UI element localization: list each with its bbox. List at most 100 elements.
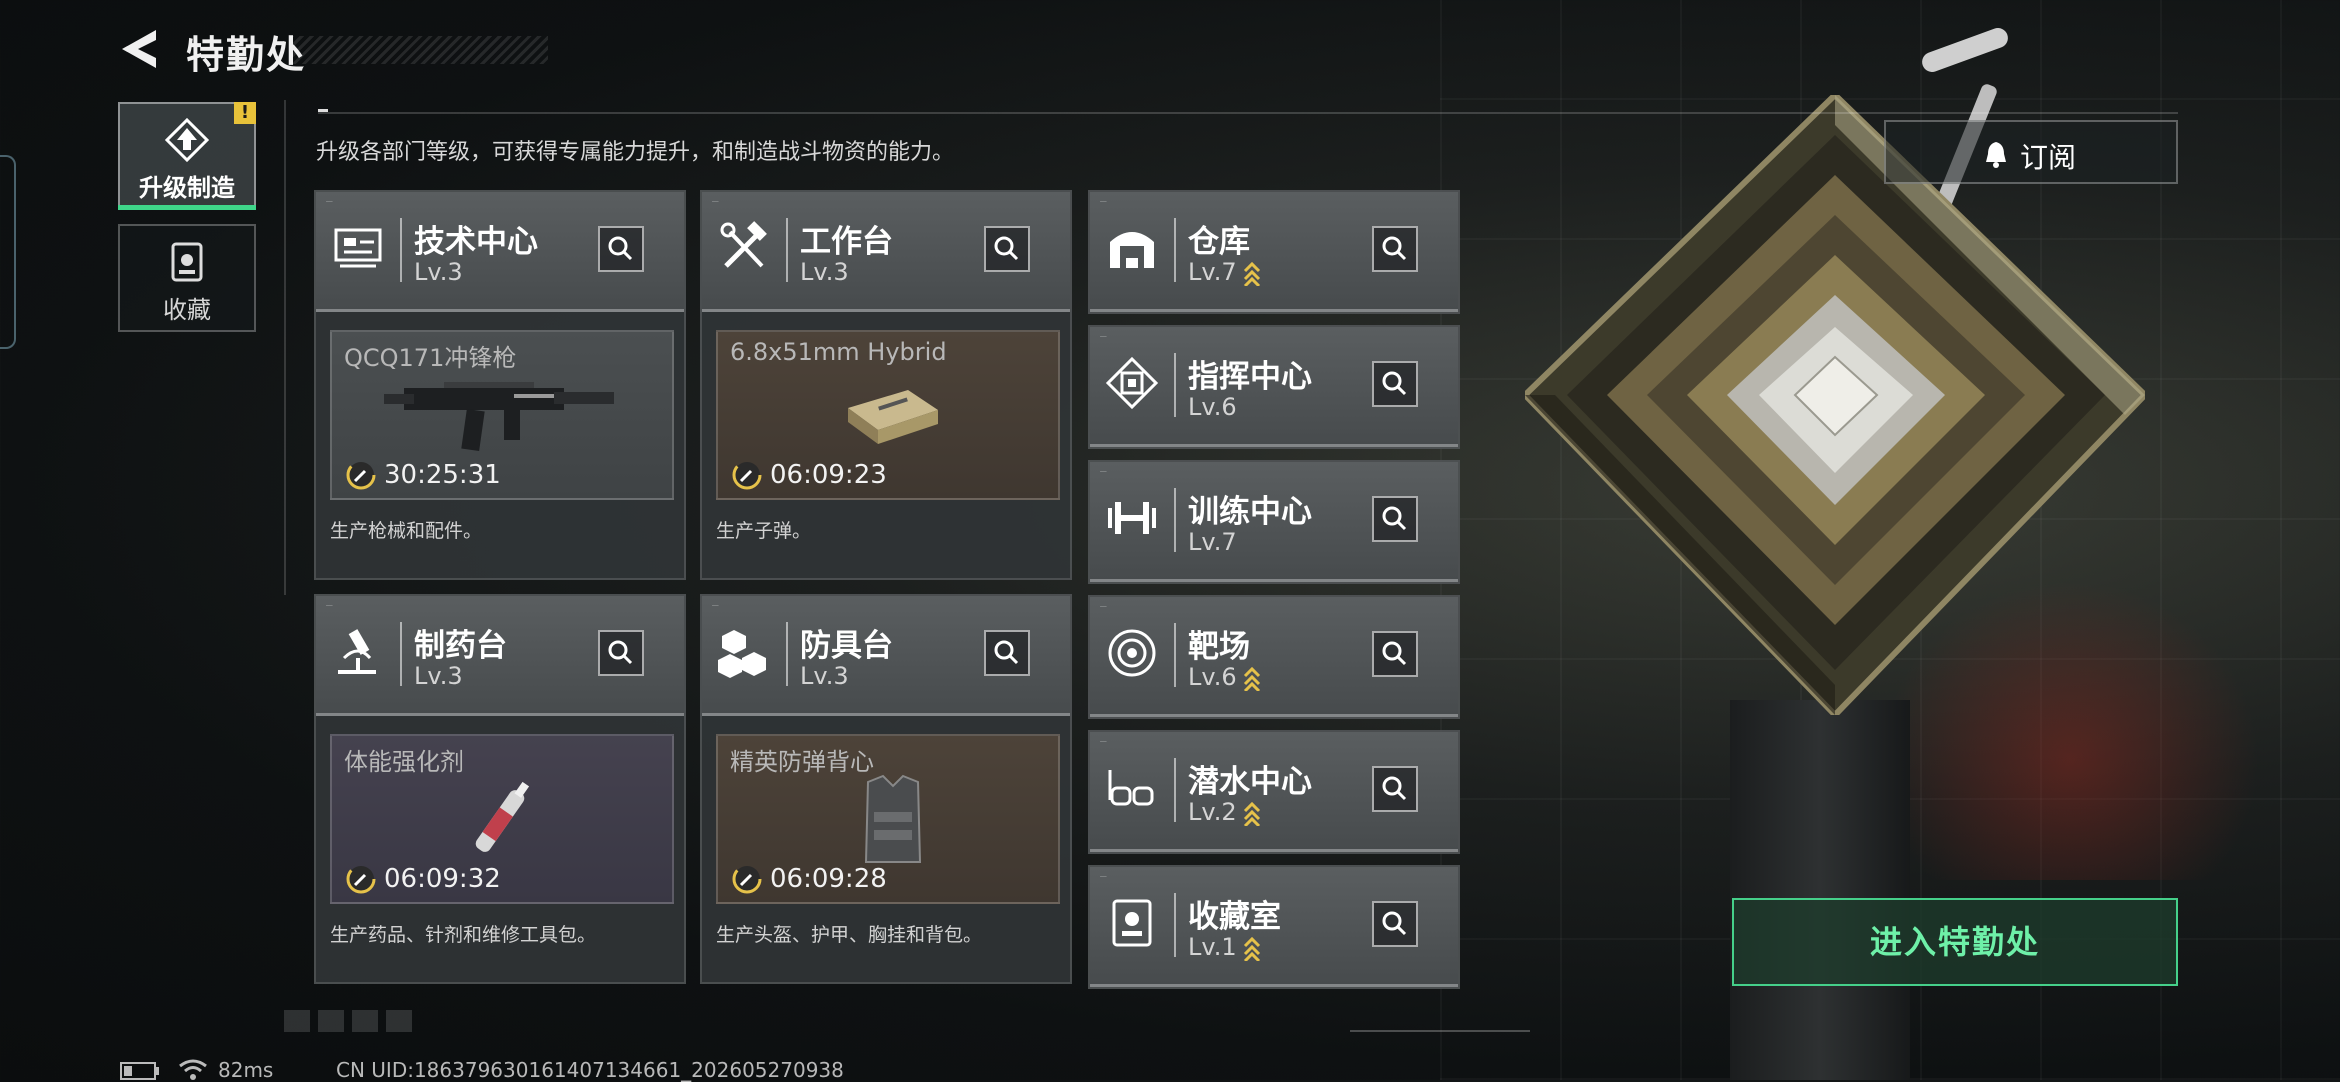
corner-tick: ╶─ — [1098, 468, 1107, 476]
dept-card-warehouse[interactable]: ╶─ 仓库 Lv.7 — [1088, 190, 1460, 314]
dept-level: Lv.2 — [1188, 798, 1261, 826]
search-button[interactable] — [598, 226, 644, 272]
enter-special-ops-button[interactable]: 进入特勤处 — [1732, 898, 2178, 986]
tab-upgrade-manufacture[interactable]: 升级制造 ! — [118, 102, 256, 210]
dept-description: 生产药品、针剂和维修工具包。 — [330, 924, 597, 946]
search-button[interactable] — [1372, 631, 1418, 677]
product-name: 体能强化剂 — [344, 748, 464, 776]
search-icon — [1382, 236, 1407, 261]
bell-icon — [1986, 142, 2006, 168]
dept-card-armor[interactable]: ╶─ 防具台 Lv.3 精英防弹背心 06:09:28 生产头盔、护甲、胸挂和背… — [700, 594, 1072, 984]
dept-card-diving-center[interactable]: ╶─ 潜水中心 Lv.2 — [1088, 730, 1460, 854]
search-button[interactable] — [1372, 226, 1418, 272]
dept-card-training-center[interactable]: ╶─ 训练中心 Lv.7 — [1088, 460, 1460, 584]
target-icon — [1108, 629, 1156, 677]
dept-level: Lv.7 — [1188, 258, 1261, 286]
vault-cube-illustration — [1525, 95, 2145, 715]
header-separator — [1174, 353, 1176, 417]
dept-card-pharmacy[interactable]: ╶─ 制药台 Lv.3 体能强化剂 06:09:32 生产药品、针剂和维修工具包… — [314, 594, 686, 984]
dept-card-collection-room[interactable]: ╶─ 收藏室 Lv.1 — [1088, 865, 1460, 989]
dept-level: Lv.6 — [1188, 393, 1237, 421]
hammer-wrench-icon — [720, 221, 767, 268]
dept-description: 生产枪械和配件。 — [330, 520, 483, 542]
search-icon — [1382, 776, 1407, 801]
dept-name: 工作台 — [800, 224, 893, 260]
search-button[interactable] — [1372, 361, 1418, 407]
corner-tick: ╶─ — [710, 198, 719, 206]
header-separator — [400, 622, 402, 686]
dept-level: Lv.3 — [414, 258, 463, 286]
header-separator — [1174, 488, 1176, 552]
sidebar-divider — [284, 100, 286, 595]
production-timer: 30:25:31 — [384, 460, 501, 490]
corner-tick: ╶─ — [1098, 198, 1107, 206]
search-button[interactable] — [984, 226, 1030, 272]
production-slot[interactable]: 精英防弹背心 06:09:28 — [716, 734, 1060, 904]
bottom-decoration — [284, 1010, 414, 1032]
vest-item-image — [864, 774, 922, 863]
dept-card-tech-center[interactable]: ╶─ 技术中心 Lv.3 QCQ171冲锋枪 30:25:31 生产枪械和配件。 — [314, 190, 686, 580]
header-separator — [1174, 623, 1176, 687]
corner-tick: ╶─ — [324, 198, 333, 206]
user-uid: CN UID:18637963016140713466​1_2026052709… — [336, 1058, 844, 1082]
production-slot[interactable]: 6.8x51mm Hybrid 06:09:23 — [716, 330, 1060, 500]
upgrade-available-icon — [1243, 801, 1260, 826]
search-button[interactable] — [1372, 496, 1418, 542]
search-button[interactable] — [1372, 766, 1418, 812]
alert-badge: ! — [234, 102, 256, 124]
production-slot[interactable]: QCQ171冲锋枪 30:25:31 — [330, 330, 674, 500]
ammo-box-image — [848, 390, 938, 444]
dept-level: Lv.1 — [1188, 933, 1261, 961]
card-header: ╶─ 制药台 Lv.3 — [316, 596, 684, 716]
card-header: ╶─ 训练中心 Lv.7 — [1090, 462, 1458, 582]
back-arrow-icon[interactable] — [118, 26, 164, 72]
upgrade-available-icon — [1243, 666, 1260, 691]
dept-name: 仓库 — [1188, 224, 1250, 260]
dept-name: 训练中心 — [1188, 494, 1312, 530]
production-timer: 06:09:32 — [384, 864, 501, 894]
search-button[interactable] — [1372, 901, 1418, 947]
dept-card-shooting-range[interactable]: ╶─ 靶场 Lv.6 — [1088, 595, 1460, 719]
dept-name: 防具台 — [800, 628, 893, 664]
dept-name: 潜水中心 — [1188, 764, 1312, 800]
header-divider — [318, 112, 2178, 114]
side-drawer-handle[interactable] — [0, 155, 16, 349]
dept-card-workbench[interactable]: ╶─ 工作台 Lv.3 6.8x51mm Hybrid 06:09:23 生产子… — [700, 190, 1072, 580]
search-icon — [994, 640, 1019, 665]
upgrade-available-icon — [1243, 936, 1260, 961]
syringe-item-image — [475, 781, 530, 852]
header-separator — [1174, 893, 1176, 957]
corner-tick: ╶─ — [1098, 333, 1107, 341]
dept-name: 收藏室 — [1188, 899, 1281, 935]
search-button[interactable] — [598, 630, 644, 676]
dept-name: 指挥中心 — [1188, 359, 1312, 395]
product-name: 精英防弹背心 — [730, 748, 874, 776]
bottom-divider — [1350, 1030, 1530, 1032]
wrench-timer-icon — [346, 864, 376, 894]
production-slot[interactable]: 体能强化剂 06:09:32 — [330, 734, 674, 904]
cubes-icon — [718, 630, 766, 678]
upgrade-available-icon — [1243, 261, 1260, 286]
tab-label: 收藏 — [163, 296, 211, 324]
dept-card-command-center[interactable]: ╶─ 指挥中心 Lv.6 — [1088, 325, 1460, 449]
product-name: 6.8x51mm Hybrid — [730, 338, 947, 366]
divider-mark — [318, 109, 328, 112]
title-decoration — [290, 36, 548, 64]
dept-name: 靶场 — [1188, 629, 1250, 665]
corner-tick: ╶─ — [1098, 738, 1107, 746]
corner-tick: ╶─ — [324, 602, 333, 610]
wifi-icon — [179, 1059, 207, 1080]
dumbbell-icon — [1108, 502, 1156, 534]
search-button[interactable] — [984, 630, 1030, 676]
card-header: ╶─ 仓库 Lv.7 — [1090, 192, 1458, 312]
diving-mask-icon — [1108, 770, 1154, 806]
search-icon — [608, 236, 633, 261]
tab-collection[interactable]: 收藏 — [118, 224, 256, 332]
search-icon — [1382, 506, 1407, 531]
smg-item-image — [384, 382, 614, 452]
dept-description: 生产子弹。 — [716, 520, 812, 542]
card-header: ╶─ 收藏室 Lv.1 — [1090, 867, 1458, 987]
subscribe-button[interactable]: 订阅 — [1884, 120, 2178, 184]
search-icon — [994, 236, 1019, 261]
production-timer: 06:09:28 — [770, 864, 887, 894]
